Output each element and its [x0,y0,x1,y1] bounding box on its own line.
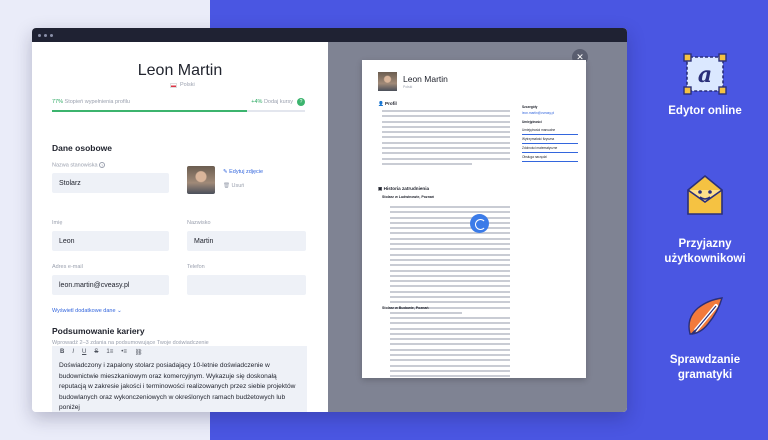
summary-textarea[interactable]: Doświadczony i zapalony stolarz posiadaj… [52,358,307,412]
email-label: Adres e-mail [52,264,83,270]
feature-friendly: Przyjazny użytkownikowi [650,170,760,267]
editor-panel: Leon Martin Polski 77% Stopień wypełnien… [32,42,328,412]
window-dot [38,33,41,37]
feature-label: Przyjazny użytkownikowi [664,238,746,265]
window-dot [50,33,53,37]
resume-photo [378,72,397,91]
job-2-title: Stolarz w Budowie, Poznań [382,306,429,310]
skill-item: Zdolności matematyczne [522,144,578,153]
job-2-bullets [390,317,510,378]
underline-button[interactable]: U [82,349,86,355]
link-button[interactable]: ⛓ [135,349,143,356]
delete-photo-button[interactable]: 🗑 Usuń [223,183,244,189]
feature-label: Sprawdzanie gramatyki [669,354,741,381]
first-name-label: Imię [52,220,63,226]
ordered-list-button[interactable]: 1≡ [106,349,113,355]
phone-label: Telefon [187,264,205,270]
profile-photo[interactable] [187,166,215,194]
skills-heading: Umiejętności [522,120,542,124]
resume-name: Leon Martin [137,62,223,79]
job-title-label: Nazwa stanowiska ? [52,162,106,169]
profile-heading: 👤 Profil [378,101,397,106]
email-field[interactable]: leon.martin@cveasy.pl [52,275,169,295]
first-name-field[interactable]: Leon [52,231,169,251]
resume-preview-language: Polski [403,85,413,89]
window-dot [44,33,47,37]
chevron-down-icon: ⌄ [117,308,122,314]
edit-photo-button[interactable]: ✎ Edytuj zdjęcie [223,169,263,175]
progress-bar [52,110,305,112]
job-1-bullets [390,206,510,317]
summary-section-title: Podsumowanie kariery [52,326,145,336]
profile-progress: 77% Stopień wypełnienia profilu +4% Doda… [52,98,305,109]
job-1-title: Stolarz w Ludwinowie, Poznań [382,195,435,199]
personal-section-title: Dane osobowe [52,143,112,153]
loading-spinner-icon [470,214,489,233]
flag-pl-icon [170,82,177,88]
progress-bar-fill [52,110,247,112]
last-name-label: Nazwisko [187,220,211,226]
feature-editor: a Edytor online [650,52,760,119]
progress-label: Stopień wypełnienia profilu [64,99,130,105]
language-label: Polski [180,82,195,88]
more-details-link[interactable]: Wyświetl dodatkowe dane ⌄ [52,308,122,314]
experience-heading: ▣ Historia zatrudnienia [378,186,430,191]
job-title-field[interactable]: Stolarz [52,173,169,193]
rich-text-toolbar: B I U S 1≡ •≡ ⛓ [52,346,307,358]
skill-item: Obsługa narzędzi [522,153,578,162]
feature-grammar: Sprawdzanie gramatyki [650,294,760,383]
grammar-icon [688,297,723,335]
window-titlebar [32,28,627,42]
last-name-field[interactable]: Martin [187,231,306,251]
details-heading: Szczegóły [522,105,538,109]
bold-button[interactable]: B [60,349,64,355]
svg-text:a: a [698,62,712,88]
info-icon[interactable]: ? [99,162,106,168]
friendly-icon [687,174,723,215]
skill-item: Wytrzymałość fizyczna [522,135,578,144]
skill-item: Umiejętności manualne [522,126,578,135]
bullet-list-button[interactable]: •≡ [121,349,127,355]
editor-icon: a [683,53,727,95]
italic-button[interactable]: I [72,349,74,355]
details-email: leon.martin@cveasy.pl [522,111,555,115]
bonus-percent: +4% [251,99,263,105]
bonus-label: Dodaj kursy [263,99,293,105]
profile-text [382,110,510,168]
resume-preview-name: Leon Martin [403,74,448,84]
resume-sidebar: Szczegóły leon.martin@cveasy.pl Umiejętn… [522,100,578,162]
bonus-hint[interactable]: +4% Dodaj kursy [251,99,293,105]
phone-field[interactable] [187,275,306,295]
language-selector[interactable]: Polski [170,82,195,88]
progress-percent: 77% [52,99,64,105]
feature-label: Edytor online [668,105,742,117]
help-icon[interactable]: ? [297,98,305,106]
strike-button[interactable]: S [94,349,98,355]
